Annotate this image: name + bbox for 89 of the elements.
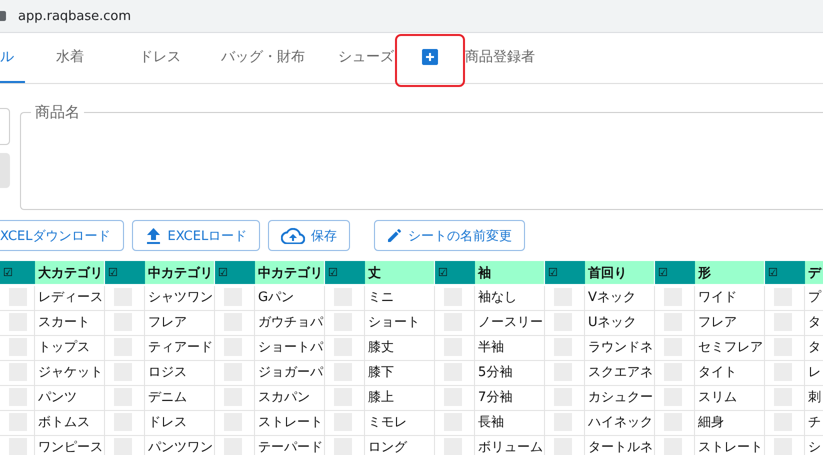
select-column-header[interactable]: ☑ [545,261,585,284]
table-cell: タ [805,311,823,336]
table-cell: ティアード [145,336,215,361]
table-cell: ストレート [695,436,765,455]
table-cell: シ [805,436,823,455]
column-header[interactable]: 丈 [365,261,435,284]
table-cell: ショート [365,311,435,336]
select-column-header[interactable]: ☑ [435,261,475,284]
table-cell: シャツワン [145,286,215,311]
toolbar-button[interactable]: EXCELロード [132,220,260,251]
column-header[interactable]: 中カテゴリ [145,261,215,284]
tab[interactable]: シューズ [321,33,411,83]
table-cell: ノースリー [475,311,545,336]
column-header[interactable]: 中カテゴリ [255,261,325,284]
table-cell: ショートパ [255,336,325,361]
lock-icon [0,11,6,21]
table-cell: ガウチョパ [255,311,325,336]
table-cell: テーパード [255,436,325,455]
table-cell: ミニ [365,286,435,311]
table-cell: スカパン [255,386,325,411]
select-column-header[interactable]: ☑ [655,261,695,284]
table-cell: レ [805,361,823,386]
pencil-icon [387,228,402,243]
table-cell: 7分袖 [475,386,545,411]
url-text[interactable]: app.raqbase.com [18,8,132,24]
table-cell: セミフレア [695,336,765,361]
table-cell: チ [805,411,823,436]
select-column-header[interactable]: ☑ [105,261,145,284]
column-header[interactable]: 形 [695,261,765,284]
table-cell: 長袖 [475,411,545,436]
column-header[interactable]: 大カテゴリ [35,261,105,284]
toolbar-button[interactable]: シートの名前変更 [374,220,526,251]
column-header[interactable]: デ [805,261,823,284]
column-header[interactable]: 袖 [475,261,545,284]
toolbar-button[interactable]: 保存 [268,220,350,251]
table-cell: 膝丈 [365,336,435,361]
table-cell: ボトムス [35,411,105,436]
toolbar-button[interactable]: XCELダウンロード [0,220,124,251]
tab[interactable]: バッグ・財布 [205,33,321,83]
select-column-header[interactable]: ☑ [0,261,35,284]
table-cell: Uネック [585,311,655,336]
table-cell: スリム [695,386,765,411]
table-cell: ロジス [145,361,215,386]
table-cell: ボリューム [475,436,545,455]
table-cell: フレア [145,311,215,336]
select-column-header[interactable]: ☑ [765,261,805,284]
upload-icon [144,226,162,244]
table-cell: ミモレ [365,411,435,436]
table-cell: スカート [35,311,105,336]
tab[interactable]: ル [0,33,25,83]
table-cell: カシュクー [585,386,655,411]
table-cell: タイト [695,361,765,386]
table-cell: Vネック [585,286,655,311]
table-cell: ラウンドネ [585,336,655,361]
table-cell: プ [805,286,823,311]
table-cell: ワンピース [35,436,105,455]
table-cell: トップス [35,336,105,361]
table-cell: フレア [695,311,765,336]
table-cell: 5分袖 [475,361,545,386]
table-cell: スクエアネ [585,361,655,386]
table-cell: 半袖 [475,336,545,361]
select-column-header[interactable]: ☑ [215,261,255,284]
table-cell: ワイド [695,286,765,311]
table-cell: ジャケット [35,361,105,386]
table-cell: パンツワン [145,436,215,455]
table-cell: Gパン [255,286,325,311]
tab[interactable]: ドレス [115,33,205,83]
select-column-header[interactable]: ☑ [325,261,365,284]
table-cell: 袖なし [475,286,545,311]
table-cell: タートルネ [585,436,655,455]
table-cell: 膝下 [365,361,435,386]
table-cell: ジョガーパ [255,361,325,386]
table-cell: ドレス [145,411,215,436]
table-cell: タ [805,336,823,361]
table-cell: デニム [145,386,215,411]
table-cell: ハイネック [585,411,655,436]
tab[interactable]: 商品登録者 [449,33,551,83]
table-cell: ロング [365,436,435,455]
product-name-field[interactable]: 商品名 [20,103,823,210]
tab[interactable]: 水着 [25,33,115,83]
table-cell: ストレート [255,411,325,436]
table-cell: パンツ [35,386,105,411]
table-cell: 細身 [695,411,765,436]
table-cell: 刺 [805,386,823,411]
column-header[interactable]: 首回り [585,261,655,284]
add-tab-icon[interactable] [422,49,438,65]
cloud-upload-icon [281,228,306,244]
table-cell: レディース [35,286,105,311]
table-cell: 膝上 [365,386,435,411]
